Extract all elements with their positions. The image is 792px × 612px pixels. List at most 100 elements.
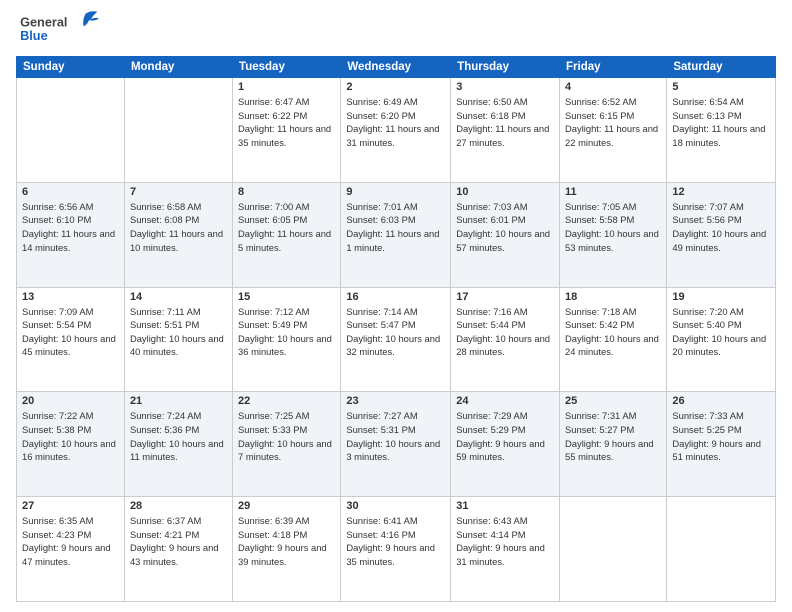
day-info: Sunrise: 7:25 AMSunset: 5:33 PMDaylight:… <box>238 409 335 464</box>
day-number: 22 <box>238 395 335 407</box>
day-number: 21 <box>130 395 227 407</box>
calendar-cell: 9 Sunrise: 7:01 AMSunset: 6:03 PMDaylight… <box>341 182 451 287</box>
calendar-cell: 22 Sunrise: 7:25 AMSunset: 5:33 PMDayligh… <box>233 392 341 497</box>
calendar-cell: 23Sunrise: 7:27 AMSunset: 5:31 PMDayligh… <box>341 392 451 497</box>
calendar-table: SundayMondayTuesdayWednesdayThursdayFrid… <box>16 56 776 602</box>
svg-text:Blue: Blue <box>20 28 48 43</box>
day-number: 11 <box>565 186 661 198</box>
weekday-header-thursday: Thursday <box>451 57 560 78</box>
day-info: Sunrise: 6:43 AMSunset: 4:14 PMDaylight:… <box>456 514 554 569</box>
day-info: Sunrise: 6:41 AMSunset: 4:16 PMDaylight:… <box>346 514 445 569</box>
day-number: 20 <box>22 395 119 407</box>
day-number: 27 <box>22 500 119 512</box>
calendar-cell: 1 Sunrise: 6:47 AMSunset: 6:22 PMDaylight… <box>233 78 341 183</box>
calendar-cell <box>17 78 125 183</box>
week-row-3: 20 Sunrise: 7:22 AMSunset: 5:38 PMDayligh… <box>17 392 776 497</box>
calendar-cell: 25 Sunrise: 7:31 AMSunset: 5:27 PMDayligh… <box>560 392 667 497</box>
calendar-cell: 15 Sunrise: 7:12 AMSunset: 5:49 PMDayligh… <box>233 287 341 392</box>
week-row-4: 27Sunrise: 6:35 AMSunset: 4:23 PMDayligh… <box>17 497 776 602</box>
calendar-cell: 31 Sunrise: 6:43 AMSunset: 4:14 PMDayligh… <box>451 497 560 602</box>
weekday-header-monday: Monday <box>124 57 232 78</box>
day-info: Sunrise: 7:29 AMSunset: 5:29 PMDaylight:… <box>456 409 554 464</box>
day-number: 18 <box>565 291 661 303</box>
day-info: Sunrise: 6:54 AMSunset: 6:13 PMDaylight:… <box>672 95 770 150</box>
day-number: 14 <box>130 291 227 303</box>
day-info: Sunrise: 7:18 AMSunset: 5:42 PMDaylight:… <box>565 305 661 360</box>
week-row-0: 1 Sunrise: 6:47 AMSunset: 6:22 PMDaylight… <box>17 78 776 183</box>
calendar-cell: 17 Sunrise: 7:16 AMSunset: 5:44 PMDayligh… <box>451 287 560 392</box>
day-info: Sunrise: 7:27 AMSunset: 5:31 PMDaylight:… <box>346 409 445 464</box>
calendar-cell: 10 Sunrise: 7:03 AMSunset: 6:01 PMDayligh… <box>451 182 560 287</box>
day-info: Sunrise: 7:20 AMSunset: 5:40 PMDaylight:… <box>672 305 770 360</box>
day-number: 7 <box>130 186 227 198</box>
day-number: 1 <box>238 81 335 93</box>
calendar-cell: 6Sunrise: 6:56 AMSunset: 6:10 PMDaylight… <box>17 182 125 287</box>
weekday-header-wednesday: Wednesday <box>341 57 451 78</box>
day-number: 2 <box>346 81 445 93</box>
day-info: Sunrise: 7:24 AMSunset: 5:36 PMDaylight:… <box>130 409 227 464</box>
calendar-cell: 12 Sunrise: 7:07 AMSunset: 5:56 PMDayligh… <box>667 182 776 287</box>
calendar-cell: 16Sunrise: 7:14 AMSunset: 5:47 PMDayligh… <box>341 287 451 392</box>
calendar-cell <box>560 497 667 602</box>
day-info: Sunrise: 7:33 AMSunset: 5:25 PMDaylight:… <box>672 409 770 464</box>
day-number: 9 <box>346 186 445 198</box>
logo: General Blue <box>16 10 106 50</box>
week-row-2: 13 Sunrise: 7:09 AMSunset: 5:54 PMDayligh… <box>17 287 776 392</box>
day-number: 19 <box>672 291 770 303</box>
day-info: Sunrise: 7:00 AMSunset: 6:05 PMDaylight:… <box>238 200 335 255</box>
day-info: Sunrise: 6:39 AMSunset: 4:18 PMDaylight:… <box>238 514 335 569</box>
day-number: 17 <box>456 291 554 303</box>
calendar-cell: 7 Sunrise: 6:58 AMSunset: 6:08 PMDaylight… <box>124 182 232 287</box>
day-number: 6 <box>22 186 119 198</box>
calendar-cell: 26 Sunrise: 7:33 AMSunset: 5:25 PMDayligh… <box>667 392 776 497</box>
day-info: Sunrise: 6:52 AMSunset: 6:15 PMDaylight:… <box>565 95 661 150</box>
day-number: 26 <box>672 395 770 407</box>
weekday-header-friday: Friday <box>560 57 667 78</box>
calendar-cell: 19 Sunrise: 7:20 AMSunset: 5:40 PMDayligh… <box>667 287 776 392</box>
day-info: Sunrise: 6:50 AMSunset: 6:18 PMDaylight:… <box>456 95 554 150</box>
weekday-header-saturday: Saturday <box>667 57 776 78</box>
calendar-cell: 30Sunrise: 6:41 AMSunset: 4:16 PMDayligh… <box>341 497 451 602</box>
day-info: Sunrise: 7:16 AMSunset: 5:44 PMDaylight:… <box>456 305 554 360</box>
day-info: Sunrise: 6:47 AMSunset: 6:22 PMDaylight:… <box>238 95 335 150</box>
day-number: 15 <box>238 291 335 303</box>
day-number: 25 <box>565 395 661 407</box>
day-info: Sunrise: 6:58 AMSunset: 6:08 PMDaylight:… <box>130 200 227 255</box>
day-info: Sunrise: 7:11 AMSunset: 5:51 PMDaylight:… <box>130 305 227 360</box>
weekday-header-sunday: Sunday <box>17 57 125 78</box>
logo-svg: General Blue <box>16 10 106 50</box>
day-number: 4 <box>565 81 661 93</box>
day-number: 12 <box>672 186 770 198</box>
calendar-cell: 14 Sunrise: 7:11 AMSunset: 5:51 PMDayligh… <box>124 287 232 392</box>
day-number: 10 <box>456 186 554 198</box>
header: General Blue <box>16 10 776 50</box>
calendar-cell: 2 Sunrise: 6:49 AMSunset: 6:20 PMDaylight… <box>341 78 451 183</box>
day-number: 3 <box>456 81 554 93</box>
calendar-cell: 11 Sunrise: 7:05 AMSunset: 5:58 PMDayligh… <box>560 182 667 287</box>
day-info: Sunrise: 7:03 AMSunset: 6:01 PMDaylight:… <box>456 200 554 255</box>
day-info: Sunrise: 7:01 AMSunset: 6:03 PMDaylight:… <box>346 200 445 255</box>
day-info: Sunrise: 7:31 AMSunset: 5:27 PMDaylight:… <box>565 409 661 464</box>
day-number: 13 <box>22 291 119 303</box>
calendar-cell: 5 Sunrise: 6:54 AMSunset: 6:13 PMDaylight… <box>667 78 776 183</box>
day-info: Sunrise: 7:22 AMSunset: 5:38 PMDaylight:… <box>22 409 119 464</box>
day-number: 8 <box>238 186 335 198</box>
calendar-cell: 4 Sunrise: 6:52 AMSunset: 6:15 PMDaylight… <box>560 78 667 183</box>
day-info: Sunrise: 7:09 AMSunset: 5:54 PMDaylight:… <box>22 305 119 360</box>
day-number: 28 <box>130 500 227 512</box>
calendar-cell: 28 Sunrise: 6:37 AMSunset: 4:21 PMDayligh… <box>124 497 232 602</box>
day-number: 16 <box>346 291 445 303</box>
day-info: Sunrise: 7:05 AMSunset: 5:58 PMDaylight:… <box>565 200 661 255</box>
calendar-cell: 29 Sunrise: 6:39 AMSunset: 4:18 PMDayligh… <box>233 497 341 602</box>
day-info: Sunrise: 6:37 AMSunset: 4:21 PMDaylight:… <box>130 514 227 569</box>
day-info: Sunrise: 7:12 AMSunset: 5:49 PMDaylight:… <box>238 305 335 360</box>
day-number: 29 <box>238 500 335 512</box>
day-number: 31 <box>456 500 554 512</box>
calendar-cell: 21 Sunrise: 7:24 AMSunset: 5:36 PMDayligh… <box>124 392 232 497</box>
calendar-cell: 27Sunrise: 6:35 AMSunset: 4:23 PMDayligh… <box>17 497 125 602</box>
day-number: 5 <box>672 81 770 93</box>
calendar-cell: 18 Sunrise: 7:18 AMSunset: 5:42 PMDayligh… <box>560 287 667 392</box>
day-info: Sunrise: 6:49 AMSunset: 6:20 PMDaylight:… <box>346 95 445 150</box>
day-info: Sunrise: 7:07 AMSunset: 5:56 PMDaylight:… <box>672 200 770 255</box>
weekday-header-row: SundayMondayTuesdayWednesdayThursdayFrid… <box>17 57 776 78</box>
